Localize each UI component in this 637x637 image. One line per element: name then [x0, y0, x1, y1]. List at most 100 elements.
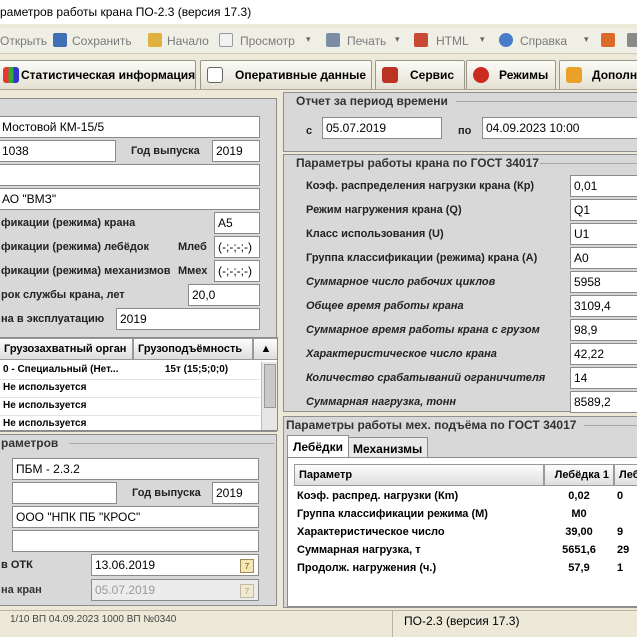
period-from-field[interactable]: 05.07.2019 [322, 117, 442, 139]
year-label: Год выпуска [131, 145, 200, 157]
start-button[interactable]: Начало [167, 34, 209, 48]
table-icon [207, 67, 223, 83]
crane-serial-field[interactable]: 1038 [0, 140, 116, 162]
tab-winches[interactable]: Лебёдки [287, 435, 350, 457]
grip-header-organ[interactable]: Грузозахватный орган [0, 338, 133, 360]
gost-param-label: Суммарная нагрузка, тонн [306, 396, 456, 408]
chevron-down-icon[interactable]: ▾ [306, 34, 311, 45]
chevron-down-icon[interactable]: ▾ [480, 34, 485, 45]
winch-class-field[interactable]: (-;-;-;-) [214, 236, 260, 258]
status-left-text: 1/10 ВП 04.09.2023 1000 ВП №0340 [10, 614, 177, 625]
mech-class-label: фикации (режима) механизмов [1, 265, 171, 277]
grip-table-scrollbar[interactable] [261, 362, 277, 430]
gost-param-label: Суммарное время работы крана с грузом [306, 324, 540, 336]
otk-date-field[interactable]: 13.06.2019 [91, 554, 259, 576]
open-button[interactable]: Открыть [0, 34, 47, 48]
gost-param-value[interactable]: А0 [570, 247, 637, 269]
save-button[interactable]: Сохранить [72, 34, 132, 48]
gost-param-value[interactable]: 14 [570, 367, 637, 389]
table-row[interactable]: 0 - Специальный (Нет... [0, 362, 133, 380]
tab-additional[interactable]: Дополн [559, 60, 637, 89]
winch-class-sub-label: Млеб [178, 241, 207, 253]
table-row[interactable] [133, 380, 260, 398]
calendar-icon: 7 [240, 584, 254, 598]
mech-header-winch1[interactable]: Лебёдка 1 [544, 464, 614, 486]
recorder-year-field[interactable]: 2019 [212, 482, 259, 504]
recorder-serial-field[interactable] [12, 482, 117, 504]
install-label: на кран [1, 584, 42, 596]
gost-param-value[interactable]: 8589,2 [570, 391, 637, 413]
period-panel: Отчет за период времени с 05.07.2019 по … [283, 92, 637, 152]
tab-statistics[interactable]: Статистическая информация [0, 60, 196, 89]
gost-param-value[interactable]: Q1 [570, 199, 637, 221]
gost-param-label: Группа классификации (режима) крана (А) [306, 252, 538, 264]
mech-row-label[interactable]: Группа классификации режима (М) [294, 506, 544, 524]
crane-class-field[interactable]: А5 [214, 212, 260, 234]
recorder-model-field[interactable]: ПБМ - 2.3.2 [12, 458, 259, 480]
tab-service[interactable]: Сервис [375, 60, 465, 89]
winch-class-label: фикации (режима) лебёдок [1, 241, 150, 253]
recorder-manufacturer-field[interactable]: ООО "НПК ПБ "КРОС" [12, 506, 259, 528]
gost-param-value[interactable]: U1 [570, 223, 637, 245]
chevron-down-icon[interactable]: ▾ [584, 34, 589, 45]
calendar-icon[interactable]: 7 [240, 559, 254, 573]
mech-row-value[interactable] [614, 506, 637, 524]
table-row[interactable]: Не используется [0, 416, 133, 430]
crane-year-field[interactable]: 2019 [212, 140, 260, 162]
crane-model-field[interactable]: Мостовой КМ-15/5 [0, 116, 260, 138]
service-life-field[interactable]: 20,0 [188, 284, 260, 306]
gost-param-value[interactable]: 3109,4 [570, 295, 637, 317]
period-from-label: с [306, 125, 313, 137]
mech-row-value[interactable]: 5651,6 [544, 542, 614, 560]
preview-button[interactable]: Просмотр [240, 34, 295, 48]
modes-icon [473, 67, 489, 83]
mech-row-value[interactable]: 39,00 [544, 524, 614, 542]
chevron-down-icon[interactable]: ▾ [395, 34, 400, 45]
help-button[interactable]: Справка [520, 34, 567, 48]
gost-param-value[interactable]: 98,9 [570, 319, 637, 341]
html-icon [414, 33, 428, 47]
scroll-right-icon[interactable]: ▲ [253, 338, 277, 360]
table-row[interactable]: Не используется [0, 380, 133, 398]
mech-group-title: Параметры работы мех. подъёма по ГОСТ 34… [286, 418, 577, 432]
crane-blank-field[interactable] [0, 164, 260, 186]
mech-row-label[interactable]: Суммарная нагрузка, т [294, 542, 544, 560]
save-icon [53, 33, 67, 47]
mech-row-label[interactable]: Коэф. распред. нагрузки (Кm) [294, 488, 544, 506]
tab-modes[interactable]: Режимы [466, 60, 556, 89]
tab-mechanisms[interactable]: Механизмы [347, 437, 429, 457]
print-button[interactable]: Печать [347, 34, 386, 48]
mech-row-value[interactable]: 1 [614, 560, 637, 578]
recorder-group-title: раметров [1, 436, 59, 450]
gost-param-label: Коэф. распределения нагрузки крана (Кр) [306, 180, 535, 192]
table-row[interactable]: Не используется [0, 398, 133, 416]
mech-row-label[interactable]: Характеристическое число [294, 524, 544, 542]
table-row[interactable]: 15т (15;5;0;0) [133, 362, 260, 380]
table-row[interactable] [133, 416, 260, 430]
commission-field[interactable]: 2019 [116, 308, 260, 330]
crane-manufacturer-field[interactable]: АО "ВМЗ" [0, 188, 260, 210]
mech-row-label[interactable]: Продолж. нагружения (ч.) [294, 560, 544, 578]
period-to-field[interactable]: 04.09.2023 10:00 [482, 117, 637, 139]
mech-row-value[interactable]: 0 [614, 488, 637, 506]
html-button[interactable]: HTML [436, 34, 469, 48]
table-row[interactable] [133, 398, 260, 416]
home-icon [148, 33, 162, 47]
tab-operational[interactable]: Оперативные данные [200, 60, 372, 89]
mech-row-value[interactable]: 9 [614, 524, 637, 542]
grip-header-capacity[interactable]: Грузоподъёмность [133, 338, 253, 360]
recorder-blank-field[interactable] [12, 530, 259, 552]
mech-header-param[interactable]: Параметр [294, 464, 544, 486]
mech-row-value[interactable]: 29 [614, 542, 637, 560]
mech-row-value[interactable]: 0,02 [544, 488, 614, 506]
gost-param-value[interactable]: 5958 [570, 271, 637, 293]
gost-param-value[interactable]: 0,01 [570, 175, 637, 197]
mech-class-field[interactable]: (-;-;-;-) [214, 260, 260, 282]
window-title-bar: раметров работы крана ПО-2.3 (версия 17.… [0, 0, 637, 24]
mech-row-value[interactable]: 57,9 [544, 560, 614, 578]
service-life-label: рок службы крана, лет [1, 289, 125, 301]
mech-header-winch2[interactable]: Лебё [614, 464, 637, 486]
mech-row-value[interactable]: М0 [544, 506, 614, 524]
gost-param-label: Суммарное число рабочих циклов [306, 276, 496, 288]
gost-param-value[interactable]: 42,22 [570, 343, 637, 365]
